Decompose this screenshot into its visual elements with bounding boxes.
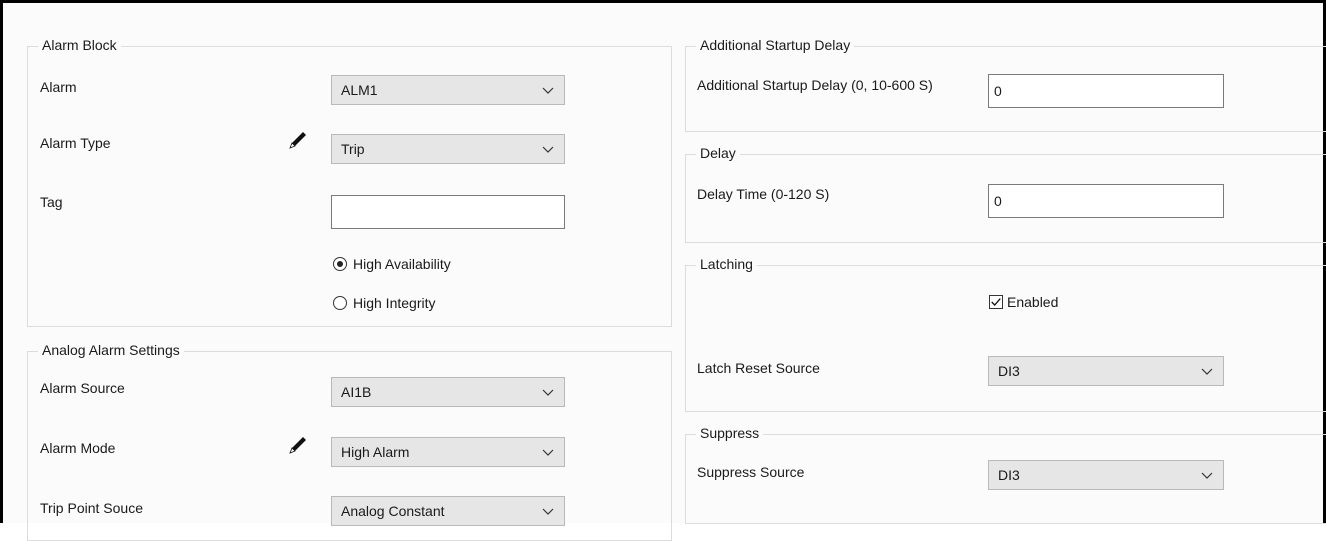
radio-high-integrity[interactable]: High Integrity	[333, 295, 435, 311]
chevron-down-icon	[542, 87, 554, 94]
alarm-source-dropdown[interactable]: AI1B	[331, 377, 565, 407]
chevron-down-icon	[542, 146, 554, 153]
alarm-type-dropdown-value: Trip	[341, 141, 365, 157]
latching-group: Latching	[685, 256, 1326, 412]
suppress-title: Suppress	[696, 425, 764, 441]
config-window: Alarm Block Alarm ALM1 Alarm Type Trip T…	[0, 0, 1326, 541]
radio-high-integrity-label: High Integrity	[353, 295, 436, 311]
chevron-down-icon	[542, 449, 554, 456]
chevron-down-icon	[1201, 472, 1213, 479]
alarm-dropdown[interactable]: ALM1	[331, 75, 565, 105]
alarm-block-title: Alarm Block	[38, 37, 121, 53]
latching-title: Latching	[696, 256, 757, 272]
checkmark-icon	[991, 298, 1001, 306]
alarm-type-label: Alarm Type	[40, 135, 111, 151]
trip-point-source-dropdown[interactable]: Analog Constant	[331, 496, 565, 526]
additional-startup-delay-label: Additional Startup Delay (0, 10-600 S)	[697, 77, 933, 93]
tag-input[interactable]	[331, 195, 565, 229]
latch-reset-source-dropdown[interactable]: DI3	[988, 356, 1224, 386]
latch-reset-source-label: Latch Reset Source	[697, 360, 820, 376]
radio-high-availability-label: High Availability	[353, 256, 451, 272]
chevron-down-icon	[542, 508, 554, 515]
tag-label: Tag	[40, 194, 63, 210]
pencil-icon[interactable]	[288, 130, 308, 150]
additional-startup-delay-input[interactable]: 0	[988, 74, 1224, 108]
alarm-mode-label: Alarm Mode	[40, 440, 116, 456]
radio-button-selected[interactable]	[333, 257, 347, 271]
alarm-mode-dropdown-value: High Alarm	[341, 444, 410, 460]
alarm-source-dropdown-value: AI1B	[341, 384, 372, 400]
delay-time-input[interactable]: 0	[988, 184, 1224, 218]
analog-alarm-settings-title: Analog Alarm Settings	[38, 342, 184, 358]
alarm-dropdown-value: ALM1	[341, 82, 378, 98]
trip-point-source-label: Trip Point Souce	[40, 500, 143, 516]
enabled-checkbox[interactable]: Enabled	[989, 294, 1058, 310]
suppress-source-dropdown[interactable]: DI3	[988, 460, 1224, 490]
delay-time-label: Delay Time (0-120 S)	[697, 186, 830, 202]
suppress-source-dropdown-value: DI3	[998, 467, 1020, 483]
pencil-icon[interactable]	[288, 435, 308, 455]
checkbox-box[interactable]	[989, 295, 1003, 309]
additional-startup-delay-title: Additional Startup Delay	[696, 37, 855, 53]
suppress-source-label: Suppress Source	[697, 464, 805, 480]
alarm-label: Alarm	[40, 79, 77, 95]
alarm-mode-dropdown[interactable]: High Alarm	[331, 437, 565, 467]
alarm-source-label: Alarm Source	[40, 380, 125, 396]
chevron-down-icon	[542, 389, 554, 396]
delay-title: Delay	[696, 145, 740, 161]
radio-high-availability[interactable]: High Availability	[333, 256, 451, 272]
enabled-label: Enabled	[1007, 294, 1059, 310]
chevron-down-icon	[1201, 368, 1213, 375]
trip-point-source-dropdown-value: Analog Constant	[341, 503, 445, 519]
radio-button[interactable]	[333, 296, 347, 310]
latch-reset-source-dropdown-value: DI3	[998, 363, 1020, 379]
alarm-type-dropdown[interactable]: Trip	[331, 134, 565, 164]
